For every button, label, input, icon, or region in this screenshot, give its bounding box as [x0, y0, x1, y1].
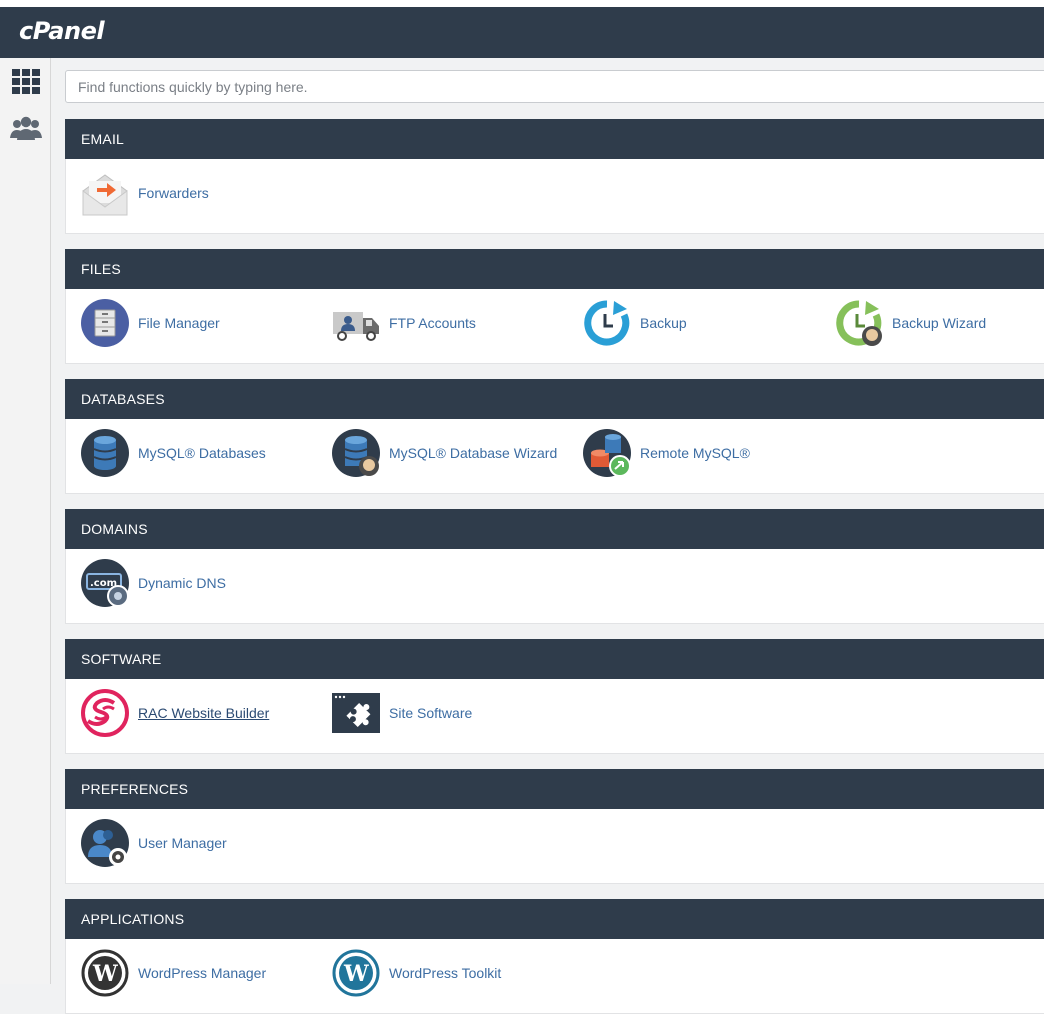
users-icon[interactable]: [8, 114, 44, 146]
section-body: User Manager: [65, 809, 1044, 884]
item-label: WordPress Toolkit: [389, 965, 502, 981]
item-label: Forwarders: [138, 185, 209, 201]
mysql-databases-link[interactable]: MySQL® Databases: [81, 428, 266, 478]
file-manager-link[interactable]: File Manager: [81, 298, 220, 348]
forwarders-icon: [81, 169, 129, 217]
user-manager-icon: [81, 819, 129, 867]
item-label: WordPress Manager: [138, 965, 267, 981]
section-title: DATABASES: [65, 379, 1044, 419]
svg-text:W: W: [343, 961, 369, 987]
section-applications: APPLICATIONS W WordPress Manager W WordP…: [65, 899, 1044, 1014]
wordpress-manager-link[interactable]: W WordPress Manager: [81, 948, 266, 998]
ftp-accounts-icon: [332, 299, 380, 347]
section-software: SOFTWARE RAC Website Builder Site Softwa…: [65, 639, 1044, 754]
website-builder-link[interactable]: RAC Website Builder: [81, 688, 269, 738]
item-label: User Manager: [138, 835, 227, 851]
section-body: Forwarders: [65, 159, 1044, 234]
site-software-icon: [332, 689, 380, 737]
item-label: Backup Wizard: [892, 315, 987, 331]
section-title: DOMAINS: [65, 509, 1044, 549]
section-files: FILES File Manager FTP Accounts Backup B…: [65, 249, 1044, 364]
wordpress-icon: W: [81, 949, 129, 997]
dynamic-dns-link[interactable]: .com Dynamic DNS: [81, 558, 226, 608]
section-body: W WordPress Manager W WordPress Toolkit: [65, 939, 1044, 1014]
sidebar: [0, 58, 51, 984]
item-label: File Manager: [138, 315, 220, 331]
backup-link[interactable]: Backup: [583, 298, 687, 348]
item-label: MySQL® Database Wizard: [389, 445, 558, 461]
backup-wizard-link[interactable]: Backup Wizard: [835, 298, 986, 348]
cpanel-logo[interactable]: cPanel: [19, 17, 105, 45]
top-strip: [0, 0, 1044, 7]
backup-wizard-icon: [835, 299, 883, 347]
backup-icon: [583, 299, 631, 347]
section-preferences: PREFERENCES User Manager: [65, 769, 1044, 884]
svg-text:W: W: [92, 961, 118, 987]
item-label: MySQL® Databases: [138, 445, 266, 461]
section-title: APPLICATIONS: [65, 899, 1044, 939]
remote-mysql-link[interactable]: Remote MySQL®: [583, 428, 750, 478]
section-title: EMAIL: [65, 119, 1044, 159]
mysql-wizard-link[interactable]: MySQL® Database Wizard: [332, 428, 557, 478]
wordpress-icon: W: [332, 949, 380, 997]
ftp-accounts-link[interactable]: FTP Accounts: [332, 298, 476, 348]
site-software-link[interactable]: Site Software: [332, 688, 472, 738]
section-body: File Manager FTP Accounts Backup Backup …: [65, 289, 1044, 364]
section-body: .com Dynamic DNS: [65, 549, 1044, 624]
user-manager-link[interactable]: User Manager: [81, 818, 227, 868]
item-label: Site Software: [389, 705, 473, 721]
section-databases: DATABASES MySQL® Databases MySQL® Databa…: [65, 379, 1044, 494]
top-bar: cPanel: [0, 7, 1044, 58]
section-email: EMAIL Forwarders: [65, 119, 1044, 234]
mysql-databases-icon: [81, 429, 129, 477]
section-body: MySQL® Databases MySQL® Database Wizard: [65, 419, 1044, 494]
main-content: EMAIL Forwarders FILES: [64, 58, 1044, 1014]
remote-mysql-icon: [583, 429, 631, 477]
section-title: FILES: [65, 249, 1044, 289]
website-builder-icon: [81, 689, 129, 737]
section-body: RAC Website Builder Site Software: [65, 679, 1044, 754]
forwarders-link[interactable]: Forwarders: [81, 168, 209, 218]
section-domains: DOMAINS .com Dynamic DNS: [65, 509, 1044, 624]
mysql-wizard-icon: [332, 429, 380, 477]
file-manager-icon: [81, 299, 129, 347]
section-title: SOFTWARE: [65, 639, 1044, 679]
dynamic-dns-icon: .com: [81, 559, 129, 607]
item-label: RAC Website Builder: [138, 705, 270, 721]
section-title: PREFERENCES: [65, 769, 1044, 809]
wordpress-toolkit-link[interactable]: W WordPress Toolkit: [332, 948, 501, 998]
item-label: Remote MySQL®: [640, 445, 750, 461]
item-label: Dynamic DNS: [138, 575, 226, 591]
search-input[interactable]: [65, 70, 1044, 103]
grid-icon[interactable]: [8, 66, 44, 98]
item-label: Backup: [640, 315, 687, 331]
item-label: FTP Accounts: [389, 315, 476, 331]
